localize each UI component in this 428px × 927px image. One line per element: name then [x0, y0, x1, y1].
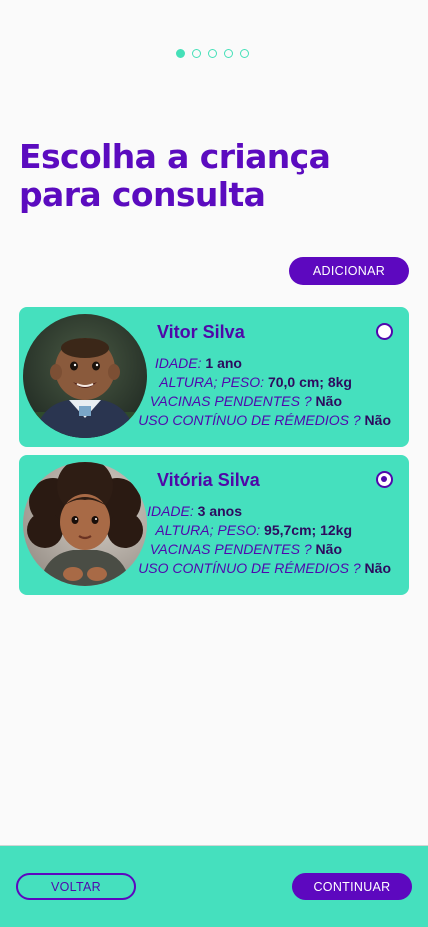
child-avatar [23, 314, 147, 438]
age-label: IDADE: [154, 355, 202, 371]
height-weight-value: 70,0 cm; 8kg [267, 374, 352, 390]
child-card-vitor[interactable]: Vitor Silva IDADE: 1 ano ALTURA; PESO: 7… [19, 307, 409, 447]
step-indicator [176, 49, 249, 58]
pending-vaccines-label: VACINAS PENDENTES ? [149, 393, 312, 409]
select-radio-selected[interactable] [376, 471, 393, 488]
child-avatar [23, 462, 147, 586]
child-card-vitoria[interactable]: Vitória Silva IDADE: 3 anos ALTURA; PESO… [19, 455, 409, 595]
step-dot-4 [224, 49, 233, 58]
height-weight-row: ALTURA; PESO: 70,0 cm; 8kg [159, 373, 352, 392]
page-title: Escolha a criança para consulta [19, 137, 331, 214]
height-weight-row: ALTURA; PESO: 95,7cm; 12kg [155, 521, 352, 540]
back-button[interactable]: VOLTAR [16, 873, 136, 900]
continuous-medicine-label: USO CONTÍNUO DE RÉMEDIOS ? [138, 412, 361, 428]
child-name: Vitor Silva [157, 322, 245, 342]
age-value: 3 anos [197, 503, 242, 519]
select-radio[interactable] [376, 323, 393, 340]
age-label: IDADE: [147, 503, 194, 519]
add-child-button[interactable]: ADICIONAR [289, 257, 409, 285]
age-row: IDADE: 1 ano [155, 354, 242, 373]
continue-button[interactable]: CONTINUAR [292, 873, 412, 900]
continuous-medicine-row: USO CONTÍNUO DE RÉMEDIOS ? Não [138, 411, 391, 430]
continuous-medicine-label: USO CONTÍNUO DE RÉMEDIOS ? [138, 560, 361, 576]
pending-vaccines-row: VACINAS PENDENTES ? Não [150, 540, 342, 559]
pending-vaccines-label: VACINAS PENDENTES ? [149, 541, 312, 557]
continuous-medicine-value: Não [364, 560, 391, 576]
bottom-action-bar: VOLTAR CONTINUAR [0, 845, 428, 927]
step-dot-1 [176, 49, 185, 58]
height-weight-label: ALTURA; PESO: [155, 522, 261, 538]
pending-vaccines-value: Não [315, 393, 342, 409]
step-dot-3 [208, 49, 217, 58]
step-dot-2 [192, 49, 201, 58]
age-row: IDADE: 3 anos [147, 502, 242, 521]
height-weight-value: 95,7cm; 12kg [264, 522, 352, 538]
child-name: Vitória Silva [157, 470, 260, 490]
continuous-medicine-row: USO CONTÍNUO DE RÉMEDIOS ? Não [138, 559, 391, 578]
pending-vaccines-row: VACINAS PENDENTES ? Não [150, 392, 342, 411]
step-dot-5 [240, 49, 249, 58]
continuous-medicine-value: Não [364, 412, 391, 428]
pending-vaccines-value: Não [315, 541, 342, 557]
height-weight-label: ALTURA; PESO: [159, 374, 265, 390]
age-value: 1 ano [205, 355, 242, 371]
